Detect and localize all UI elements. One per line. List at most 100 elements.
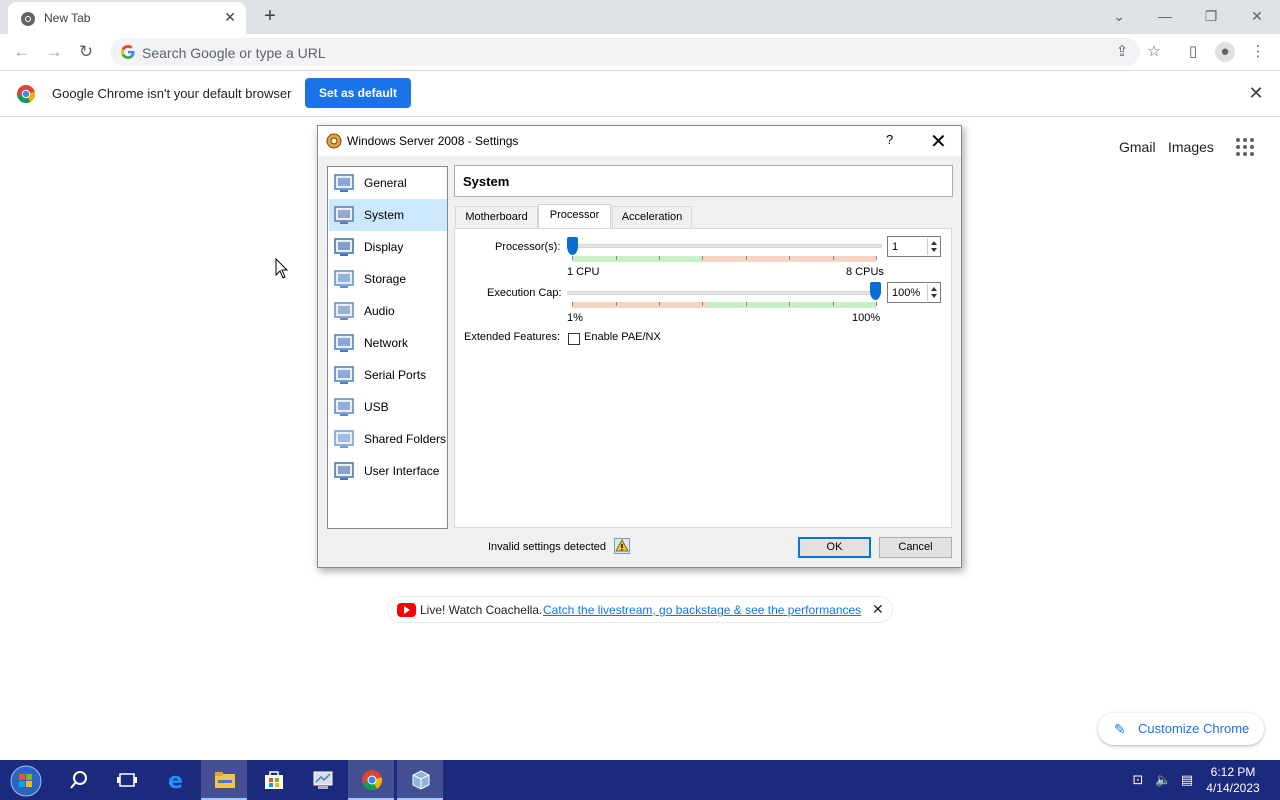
svg-text:e: e [168,769,183,791]
cancel-button[interactable]: Cancel [879,537,952,558]
taskbar-clock[interactable]: 6:12 PM 4/14/2023 [1200,764,1266,796]
edge-icon: e [168,769,183,791]
dialog-titlebar: Windows Server 2008 - Settings ? ✕ [318,126,961,156]
set-as-default-button[interactable]: Set as default [305,78,411,108]
warning-icon[interactable] [614,538,630,554]
infobar-close-icon[interactable]: ✕ [1246,83,1266,103]
processors-min-label: 1 CPU [567,266,600,278]
store-icon [265,771,283,789]
execution-cap-warn-zone [572,302,707,308]
taskbar-chrome[interactable] [348,760,394,800]
display-icon [334,238,354,256]
processors-safe-zone [572,256,702,262]
volume-tray-icon[interactable]: 🔈 [1155,772,1171,788]
tab-motherboard[interactable]: Motherboard [455,206,538,228]
category-label: Serial Ports [364,368,427,382]
execution-cap-safe-zone [707,302,876,308]
google-apps-icon[interactable] [1236,138,1256,158]
execution-cap-value: 100% [892,287,921,299]
images-link[interactable]: Images [1168,139,1214,155]
windows-start-icon[interactable] [6,762,44,798]
serial-port-icon [334,366,354,384]
customize-chrome-button[interactable]: ✎ Customize Chrome [1098,713,1264,745]
promo-link[interactable]: Catch the livestream, go backstage & see… [543,603,861,617]
spin-arrows-icon[interactable] [927,284,939,301]
forward-icon[interactable]: → [43,41,65,63]
processors-slider-thumb[interactable] [567,237,578,255]
page-header: System [454,165,953,197]
category-label: Audio [364,304,395,318]
execution-cap-min-label: 1% [567,312,583,324]
clock-time: 6:12 PM [1210,765,1256,779]
dialog-close-button[interactable]: ✕ [930,129,947,154]
coachella-promo: Live! Watch Coachella. Catch the livestr… [387,596,893,623]
spin-arrows-icon[interactable] [927,238,939,255]
category-user-interface[interactable]: User Interface [329,455,447,487]
bookmark-star-icon[interactable]: ☆ [1144,42,1164,62]
category-serial-ports[interactable]: Serial Ports [329,359,447,391]
tab-acceleration[interactable]: Acceleration [612,206,692,228]
taskbar-store[interactable] [250,760,296,800]
window-close-button[interactable]: ✕ [1247,6,1267,26]
processors-label: Processor(s): [495,241,561,253]
processors-slider[interactable] [572,244,882,248]
network-tray-icon[interactable]: ⊡ [1130,772,1146,788]
clock-date: 4/14/2023 [1206,781,1260,795]
category-storage[interactable]: Storage [329,263,447,295]
help-button[interactable]: ? [886,132,893,147]
back-icon[interactable]: ← [11,41,33,63]
category-usb[interactable]: USB [329,391,447,423]
execution-cap-spinbox[interactable]: 100% [887,282,941,303]
chrome-logo-icon [17,85,36,104]
notifications-tray-icon[interactable]: ▤ [1179,772,1195,788]
category-label: Storage [364,272,407,286]
category-network[interactable]: Network [329,327,447,359]
enable-pae-nx-checkbox[interactable] [568,333,580,345]
taskbar-edge[interactable]: e [153,760,199,800]
tab-title: New Tab [44,11,91,25]
reload-icon[interactable]: ↻ [75,41,97,63]
category-label: USB [364,400,389,414]
category-system[interactable]: System [329,199,447,231]
execution-cap-slider[interactable] [567,291,882,295]
promo-close-icon[interactable]: ✕ [872,601,884,618]
disk-storage-icon [334,270,354,288]
omnibox-placeholder: Search Google or type a URL [142,45,326,61]
category-audio[interactable]: Audio [329,295,447,327]
monitor-general-icon [334,174,354,192]
taskbar-virtualbox[interactable] [397,760,443,800]
mouse-cursor-icon [275,258,289,279]
minimize-button[interactable]: — [1155,6,1175,26]
tab-processor[interactable]: Processor [538,204,611,229]
processors-value: 1 [892,241,899,253]
new-tab-button[interactable]: + [260,6,280,26]
category-label: Display [364,240,404,254]
taskbar-app[interactable] [299,760,345,800]
taskbar-search[interactable] [55,760,101,800]
tab-new-tab[interactable]: New Tab ✕ [8,2,246,34]
network-icon [334,334,354,352]
omnibox[interactable]: Search Google or type a URL [110,38,1140,66]
tab-search-icon[interactable]: ⌄ [1109,6,1129,26]
ok-button[interactable]: OK [798,537,871,558]
category-general[interactable]: General [329,167,447,199]
side-panel-icon[interactable]: ▯ [1183,42,1203,62]
category-label: Network [364,336,409,350]
promo-lead: Live! Watch Coachella. [420,603,543,617]
processors-spinbox[interactable]: 1 [887,236,941,257]
gmail-link[interactable]: Gmail [1119,139,1156,155]
search-icon [70,771,87,789]
profile-avatar-icon[interactable]: ● [1215,42,1235,62]
category-shared-folders[interactable]: Shared Folders [329,423,447,455]
tab-close-icon[interactable]: ✕ [222,9,238,25]
task-view-icon [117,773,137,787]
menu-kebab-icon[interactable]: ⋮ [1248,42,1268,62]
category-display[interactable]: Display [329,231,447,263]
taskbar-file-explorer[interactable] [201,760,247,800]
execution-cap-slider-thumb[interactable] [870,282,881,300]
share-icon[interactable]: ⇪ [1112,42,1132,62]
enable-pae-nx-label[interactable]: Enable PAE/NX [584,331,661,343]
taskbar: e [0,760,1280,800]
restore-button[interactable]: ❐ [1201,6,1221,26]
taskbar-task-view[interactable] [103,760,149,800]
